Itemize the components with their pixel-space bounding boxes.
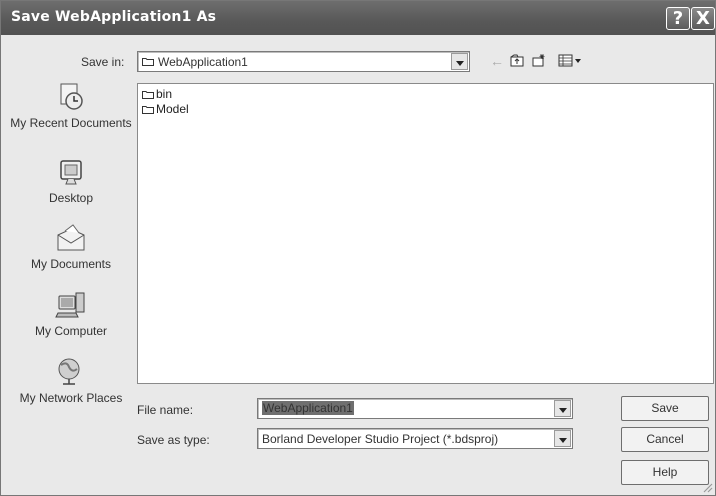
save-as-type-label: Save as type: — [137, 433, 210, 447]
file-name: Model — [156, 102, 189, 116]
title-bar[interactable]: Save WebApplication1 As ? X — [1, 1, 715, 35]
network-places-icon — [58, 358, 80, 385]
help-icon[interactable]: ? — [666, 7, 690, 30]
save-in-value: WebApplication1 — [158, 55, 248, 69]
save-in-label: Save in: — [81, 55, 125, 69]
place-my-computer[interactable]: My Computer — [9, 290, 133, 338]
place-network[interactable]: My Network Places — [9, 357, 133, 405]
file-list[interactable]: bin Model — [137, 83, 714, 384]
place-desktop[interactable]: Desktop — [9, 159, 133, 205]
help-button[interactable]: Help — [621, 460, 709, 485]
folder-icon — [142, 90, 154, 99]
chevron-down-icon[interactable] — [554, 430, 571, 447]
chevron-down-icon[interactable] — [554, 400, 571, 417]
place-label: My Network Places — [19, 391, 123, 405]
file-name-input[interactable]: WebApplication1 — [257, 398, 573, 419]
place-label: Desktop — [48, 191, 94, 205]
list-item-folder[interactable]: bin — [142, 87, 172, 101]
folder-icon — [142, 58, 154, 66]
recent-documents-icon — [60, 83, 83, 110]
chevron-down-icon[interactable] — [451, 53, 468, 70]
my-documents-icon — [57, 224, 85, 251]
place-label: My Recent Documents — [10, 116, 132, 130]
resize-grip-icon[interactable] — [701, 481, 713, 493]
cancel-button[interactable]: Cancel — [621, 427, 709, 452]
file-name-value: WebApplication1 — [262, 401, 354, 415]
dialog-title: Save WebApplication1 As — [11, 9, 217, 25]
save-as-type-dropdown[interactable]: Borland Developer Studio Project (*.bdsp… — [257, 428, 573, 449]
back-icon[interactable]: ← — [490, 54, 504, 68]
save-as-dialog: Save WebApplication1 As ? X Save in: Web… — [0, 0, 716, 496]
file-name: bin — [156, 87, 173, 101]
list-item-folder[interactable]: Model — [142, 102, 189, 116]
new-folder-icon[interactable] — [532, 54, 546, 69]
save-button[interactable]: Save — [621, 396, 709, 421]
places-bar: My Recent Documents Desktop My Documents — [9, 77, 133, 477]
folder-icon — [142, 105, 154, 114]
save-in-dropdown[interactable]: WebApplication1 — [137, 51, 470, 72]
place-recent-documents[interactable]: My Recent Documents — [9, 82, 133, 130]
place-my-documents[interactable]: My Documents — [9, 223, 133, 271]
close-icon[interactable]: X — [691, 7, 715, 30]
save-as-type-value: Borland Developer Studio Project (*.bdsp… — [262, 432, 499, 446]
views-menu-icon[interactable] — [558, 54, 582, 69]
my-computer-icon — [55, 292, 85, 318]
desktop-icon — [60, 160, 82, 185]
up-folder-icon[interactable] — [510, 54, 524, 69]
place-label: My Documents — [30, 257, 112, 271]
file-name-label: File name: — [137, 403, 194, 417]
place-label: My Computer — [34, 324, 108, 338]
